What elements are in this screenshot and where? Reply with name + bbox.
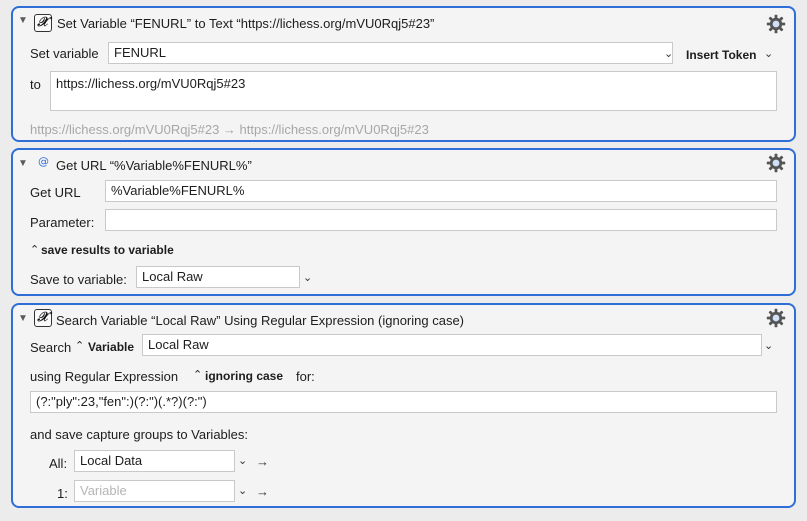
get-url-label: Get URL xyxy=(30,185,81,200)
save-capture-label: and save capture groups to Variables: xyxy=(30,427,249,442)
gear-icon[interactable] xyxy=(766,14,786,34)
parameter-field[interactable] xyxy=(105,209,777,231)
url-field[interactable]: %Variable%FENURL% xyxy=(105,180,777,202)
group-one-label: 1: xyxy=(57,486,68,501)
using-regex-label: using Regular Expression xyxy=(30,369,179,384)
text-value-field[interactable]: https://lichess.org/mVU0Rqj5#23 xyxy=(50,71,777,111)
to-label: to xyxy=(30,77,41,92)
up-down-stepper-icon[interactable]: ⌃ xyxy=(30,243,39,256)
get-url-action[interactable]: ▼ @ Get URL “%Variable%FENURL%” Get URL … xyxy=(11,148,796,296)
chevron-down-icon[interactable]: ⌄ xyxy=(238,484,247,497)
chevron-down-icon[interactable]: ⌄ xyxy=(764,47,773,60)
save-results-popup[interactable]: save results to variable xyxy=(41,243,174,257)
up-down-stepper-icon[interactable]: ⌃ xyxy=(193,368,202,381)
set-variable-label: Set variable xyxy=(30,46,99,61)
set-variable-action[interactable]: ▼ 𝒳 Set Variable “FENURL” to Text “https… xyxy=(11,6,796,142)
case-popup[interactable]: ignoring case xyxy=(205,369,283,383)
variable-x-icon: 𝒳 xyxy=(34,14,52,32)
variable-popup[interactable]: Variable xyxy=(88,340,134,354)
chevron-down-icon[interactable]: ⌄ xyxy=(238,454,247,467)
preview-text: https://lichess.org/mVU0Rqj5#23 → https:… xyxy=(30,122,429,137)
group-one-variable-field[interactable]: Variable xyxy=(74,480,235,502)
action-title: Set Variable “FENURL” to Text “https://l… xyxy=(57,16,435,31)
variable-x-icon: 𝒳 xyxy=(34,309,52,327)
right-arrow-icon[interactable]: → xyxy=(256,484,269,499)
action-title: Get URL “%Variable%FENURL%” xyxy=(56,158,252,173)
disclosure-triangle-icon[interactable]: ▼ xyxy=(18,15,28,26)
save-to-label: Save to variable: xyxy=(30,272,127,287)
right-arrow-icon[interactable]: → xyxy=(256,454,269,469)
all-variable-field[interactable]: Local Data xyxy=(74,450,235,472)
search-label: Search xyxy=(30,340,72,355)
search-variable-field[interactable]: Local Raw xyxy=(142,334,762,356)
chevron-down-icon[interactable]: ⌄ xyxy=(664,47,673,60)
insert-token-button[interactable]: Insert Token xyxy=(686,48,756,62)
chevron-down-icon[interactable]: ⌄ xyxy=(764,339,773,352)
parameter-label: Parameter: xyxy=(30,215,95,230)
disclosure-triangle-icon[interactable]: ▼ xyxy=(18,313,28,324)
disclosure-triangle-icon[interactable]: ▼ xyxy=(18,158,28,169)
all-label: All: xyxy=(49,456,68,471)
up-down-stepper-icon[interactable]: ⌃ xyxy=(75,339,84,352)
search-variable-action[interactable]: ▼ 𝒳 Search Variable “Local Raw” Using Re… xyxy=(11,303,796,508)
save-to-variable-field[interactable]: Local Raw xyxy=(136,266,300,288)
gear-icon[interactable] xyxy=(766,308,786,328)
variable-name-field[interactable]: FENURL xyxy=(108,42,673,64)
chevron-down-icon[interactable]: ⌄ xyxy=(303,271,312,284)
for-label: for: xyxy=(296,369,315,384)
at-sign-icon: @ xyxy=(38,155,49,168)
regex-field[interactable]: (?:"ply":23,"fen":)(?:")(.*?)(?:") xyxy=(30,391,777,413)
action-title: Search Variable “Local Raw” Using Regula… xyxy=(56,313,465,328)
gear-icon[interactable] xyxy=(766,153,786,173)
